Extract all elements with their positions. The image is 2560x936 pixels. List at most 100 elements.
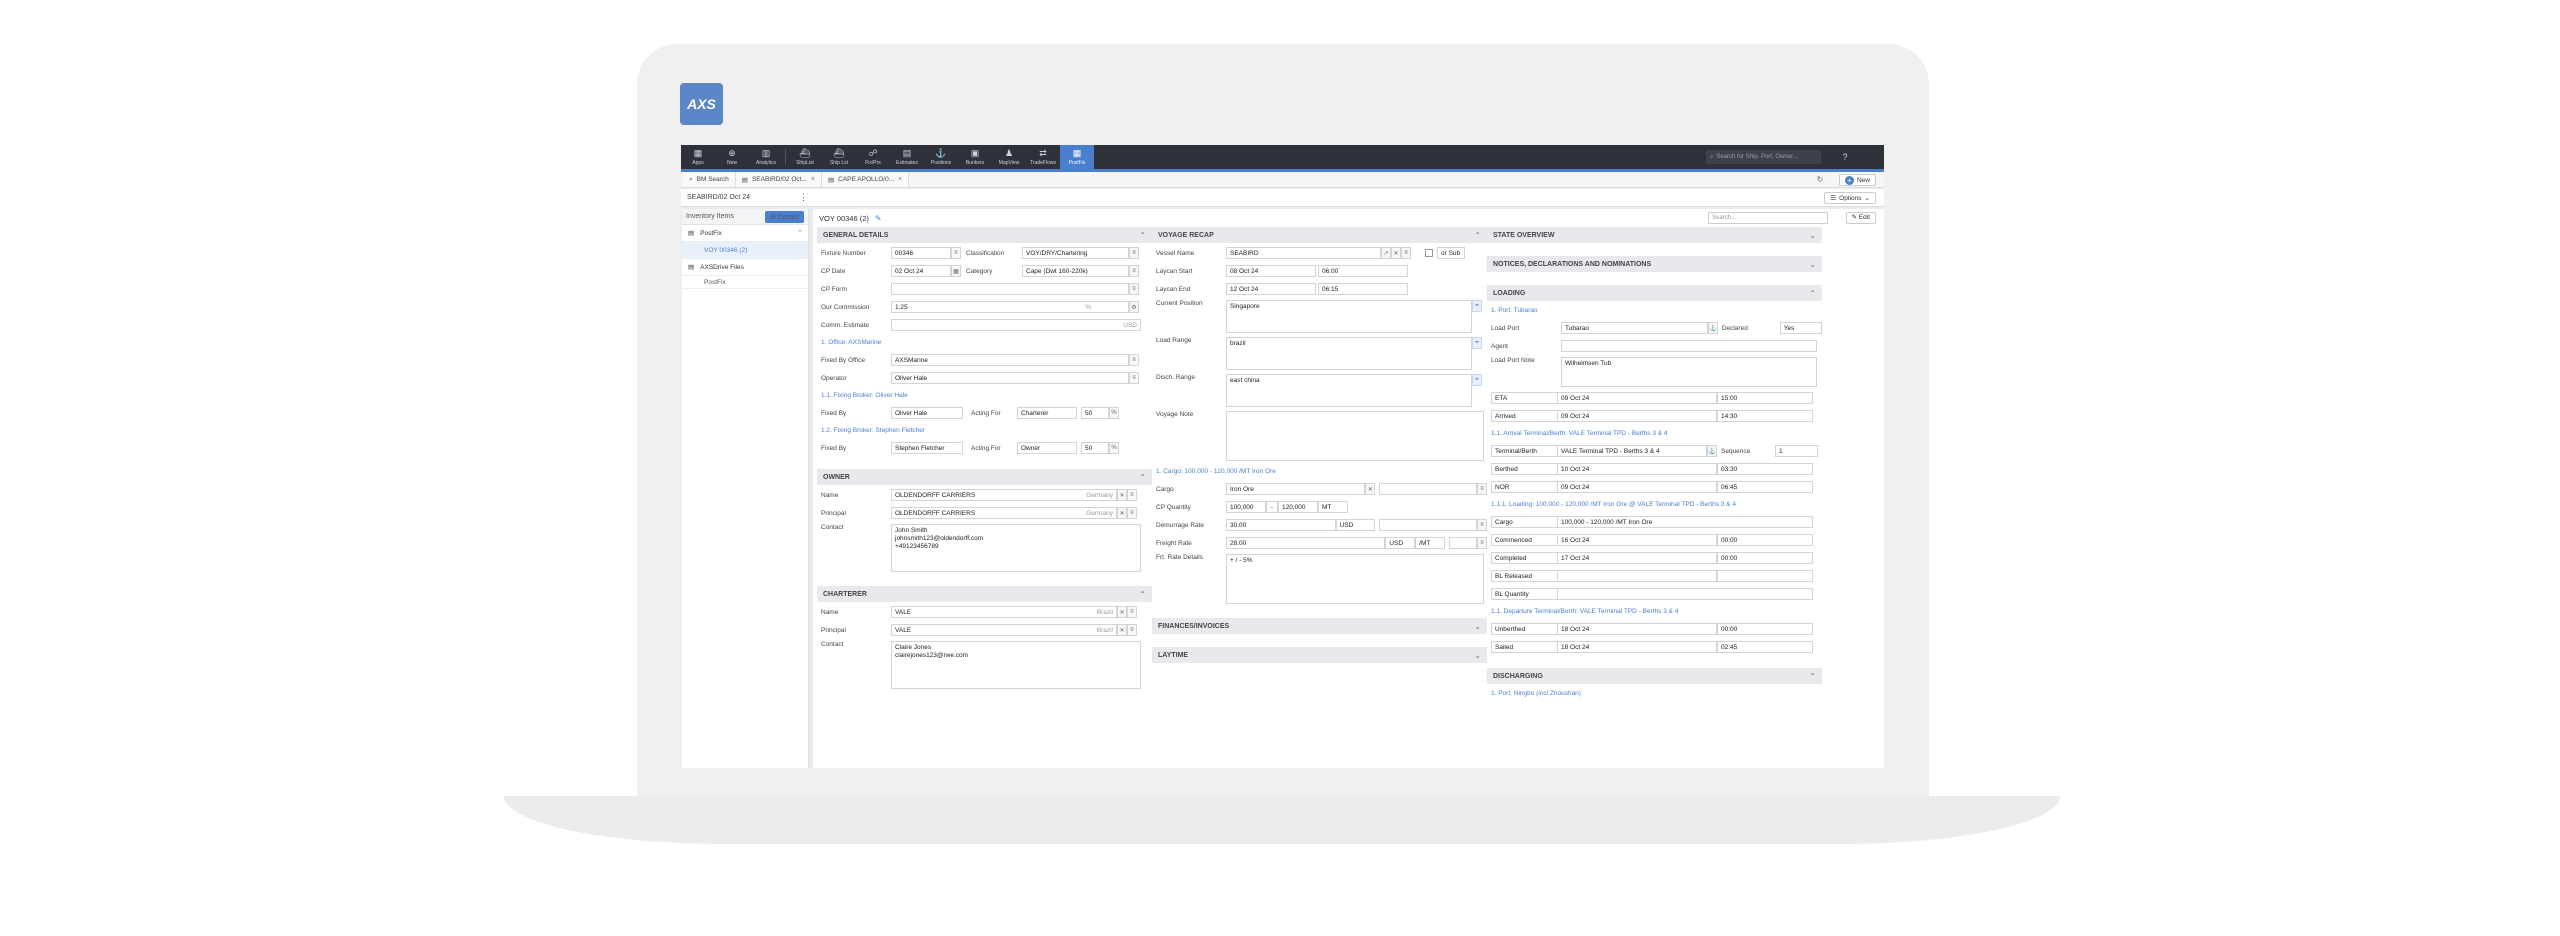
close-icon[interactable]: ✕ — [1391, 247, 1401, 259]
sailed-time-field[interactable]: 02:45 — [1717, 641, 1813, 653]
commenced-time-field[interactable]: 00:00 — [1717, 534, 1813, 546]
discharge-port-heading[interactable]: 1. Port: Ningbo (incl Zhoushan) — [1487, 687, 1822, 700]
loading-heading[interactable]: 1.1.1. Loading: 100,000 - 120,000 /MT Ir… — [1487, 498, 1822, 511]
close-tab-icon[interactable]: × — [811, 176, 815, 183]
owner-principal-field[interactable]: OLDENDORFF CARRIERS Germany — [891, 507, 1117, 519]
loading-header[interactable]: LOADING ⌃ — [1487, 285, 1822, 301]
toolbar-postfix[interactable]: ▦ PostFix — [1060, 145, 1094, 169]
list-icon[interactable]: ≡ — [1127, 507, 1137, 519]
completed-date-field[interactable]: 17 Oct 24 — [1557, 552, 1717, 564]
axs-logo[interactable]: AXS — [680, 83, 723, 125]
port-icon[interactable]: ⚓ — [1707, 322, 1718, 334]
laycan-start-time-field[interactable]: 06:00 — [1318, 265, 1408, 277]
close-icon[interactable]: ✕ — [1365, 483, 1376, 495]
office-heading[interactable]: 1. Office: AXSMarine — [817, 336, 1152, 349]
eta-time-field[interactable]: 15:00 — [1717, 392, 1813, 404]
cp-qty-min-field[interactable]: 100,000 — [1226, 501, 1266, 513]
toolbar-shiplist[interactable]: ⛴ ShipList — [788, 145, 822, 169]
close-icon[interactable]: ✕ — [1117, 606, 1127, 618]
sidebar-item-postfix[interactable]: PostFix — [682, 276, 808, 289]
tab-0[interactable]: ⌕ BM Search — [683, 172, 736, 187]
demurrage-field[interactable]: 30.00 — [1226, 519, 1336, 531]
general-details-header[interactable]: GENERAL DETAILS ⌃ — [817, 227, 1152, 243]
laycan-end-date-field[interactable]: 12 Oct 24 — [1226, 283, 1316, 295]
map-pin-icon[interactable]: ⌖ — [1472, 300, 1482, 312]
completed-time-field[interactable]: 00:00 — [1717, 552, 1813, 564]
laycan-end-time-field[interactable]: 06:15 — [1318, 283, 1408, 295]
berthed-date-field[interactable]: 10 Oct 24 — [1557, 463, 1717, 475]
close-icon[interactable]: ✕ — [1117, 624, 1127, 636]
arrival-heading[interactable]: 1.1. Arrival Terminal/Berth: VALE Termin… — [1487, 427, 1822, 440]
category-field[interactable]: Cape (Dwt 160-220k) — [1022, 265, 1129, 277]
vessel-field[interactable]: SEABIRD — [1226, 247, 1381, 259]
departure-heading[interactable]: 1.1. Departure Terminal/Berth: VALE Term… — [1487, 605, 1822, 618]
create-button[interactable]: ⊕ Create — [765, 210, 804, 223]
voyage-recap-header[interactable]: VOYAGE RECAP ⌃ — [1152, 227, 1487, 243]
cp-date-field[interactable]: 02 Oct 24 — [891, 265, 951, 277]
tab-2[interactable]: ▤ CAPE APOLLO/0... × — [821, 172, 910, 187]
close-tab-icon[interactable]: × — [898, 176, 902, 183]
terminal-field[interactable]: VALE Terminal TPD - Berths 3 & 4 — [1557, 445, 1707, 457]
or-sub-checkbox[interactable] — [1425, 249, 1433, 257]
help-icon[interactable]: ? — [1837, 149, 1853, 165]
global-search-input[interactable]: ⌕ Search for Ship, Port, Owner... — [1706, 150, 1821, 164]
panel-search-input[interactable]: Search... — [1708, 212, 1828, 224]
sequence-field[interactable]: 1 — [1775, 445, 1818, 457]
freight-field[interactable]: 28.00 — [1226, 537, 1386, 549]
unberthed-date-field[interactable]: 18 Oct 24 — [1557, 623, 1717, 635]
settings-icon[interactable]: ⚙ — [1129, 301, 1139, 313]
toolbar-analytics[interactable]: ▥ Analytics — [749, 145, 783, 169]
demurrage-extra-field[interactable] — [1379, 519, 1477, 531]
laytime-header[interactable]: LAYTIME ⌄ — [1152, 647, 1487, 663]
map-pin-icon[interactable]: ⌖ — [1472, 374, 1482, 386]
loading-cargo-field[interactable]: 100,000 - 120,000 /MT Iron Ore — [1557, 516, 1813, 528]
load-port-heading[interactable]: 1. Port: Tubarao — [1487, 304, 1822, 317]
new-tab-button[interactable]: + New — [1838, 174, 1876, 186]
toolbar-bunkers[interactable]: ▣ Bunkers — [958, 145, 992, 169]
frt-details-field[interactable]: + / - 5% — [1226, 554, 1484, 604]
load-port-note-field[interactable]: Wilhelmsen Tub — [1561, 357, 1817, 387]
charterer-contact-field[interactable]: Claire Jones clairejones123@rwe.com — [891, 641, 1141, 689]
comm-estimate-field[interactable]: USD — [891, 319, 1141, 331]
list-icon[interactable]: ≡ — [1476, 537, 1487, 549]
declared-field[interactable]: Yes — [1779, 322, 1822, 334]
list-icon[interactable]: ≡ — [1129, 372, 1139, 384]
owner-name-field[interactable]: OLDENDORFF CARRIERS Germany — [891, 489, 1117, 501]
acting-for-2-field[interactable]: Owner — [1017, 442, 1077, 454]
sidebar-item-voy-00346-2-[interactable]: VOY 00346 (2) — [682, 242, 808, 259]
commission-field[interactable]: 1.25% — [891, 301, 1129, 313]
toolbar-mapview[interactable]: ♟ MapView — [992, 145, 1026, 169]
bl-released-date-field[interactable] — [1557, 570, 1717, 582]
toolbar-new[interactable]: ⊕ New — [715, 145, 749, 169]
laycan-start-date-field[interactable]: 08 Oct 24 — [1226, 265, 1316, 277]
list-icon[interactable]: ≡ — [1127, 606, 1137, 618]
refresh-icon[interactable]: ↻ — [1814, 174, 1826, 186]
arrived-date-field[interactable]: 09 Oct 24 — [1557, 410, 1717, 422]
agent-field[interactable] — [1561, 340, 1817, 352]
list-icon[interactable]: ≡ — [1129, 265, 1139, 277]
nor-date-field[interactable]: 09 Oct 24 — [1557, 481, 1717, 493]
toolbar-apps[interactable]: ▦ Apps — [681, 145, 715, 169]
freight-extra-field[interactable] — [1449, 537, 1477, 549]
sidebar-item-axsdrive-files[interactable]: ▤ AXSDrive Files — [682, 259, 808, 276]
list-icon[interactable]: ≡ — [1129, 354, 1139, 366]
cargo-heading[interactable]: 1. Cargo: 100,000 - 120,000 /MT Iron Ore — [1152, 465, 1487, 478]
unberthed-time-field[interactable]: 00:00 — [1717, 623, 1813, 635]
load-range-field[interactable]: brazil — [1226, 337, 1472, 370]
arrived-time-field[interactable]: 14:30 — [1717, 410, 1813, 422]
broker1-heading[interactable]: 1.1. Fixing Broker: Oliver Hale — [817, 389, 1152, 402]
list-icon[interactable]: ≡ — [1129, 247, 1139, 259]
list-icon[interactable]: ≡ — [1401, 247, 1411, 259]
percent-1-field[interactable]: 50 — [1081, 407, 1109, 419]
fixed-by-2-field[interactable]: Stephen Fletcher — [891, 442, 963, 454]
broker2-heading[interactable]: 1.2. Fixing Broker: Stephen Fletcher — [817, 424, 1152, 437]
load-port-field[interactable]: Tubarao — [1561, 322, 1708, 334]
map-pin-icon[interactable]: ⌖ — [1472, 337, 1482, 349]
edit-button[interactable]: ✎ Edit — [1845, 212, 1876, 224]
cp-form-field[interactable] — [891, 283, 1129, 295]
list-icon[interactable]: ≡ — [1127, 489, 1137, 501]
discharging-header[interactable]: DISCHARGING ⌃ — [1487, 668, 1822, 684]
sailed-date-field[interactable]: 18 Oct 24 — [1557, 641, 1717, 653]
list-icon[interactable]: ≡ — [1129, 283, 1139, 295]
toolbar-ship-lst[interactable]: ⛴ Ship Lst — [822, 145, 856, 169]
